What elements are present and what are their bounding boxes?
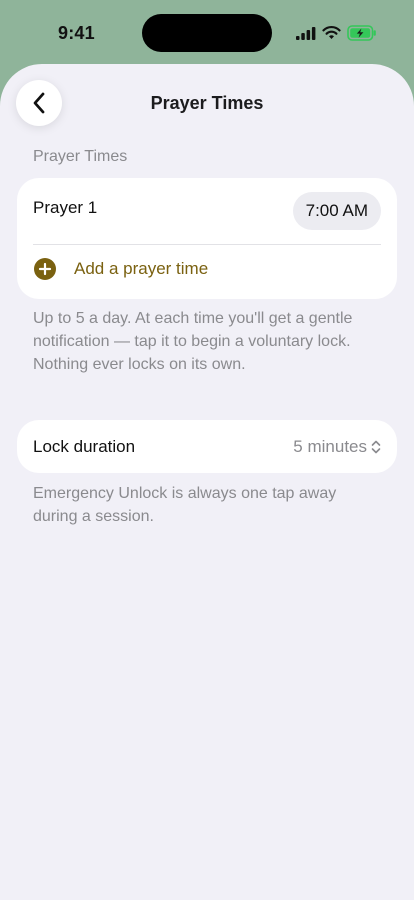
prayer-time-picker[interactable]: 7:00 AM [292,192,381,230]
status-bar: 9:41 [0,0,414,62]
settings-sheet: Prayer Times Prayer Times Prayer 1 7:00 … [0,64,414,900]
prayer-label: Prayer 1 [33,198,98,217]
battery-charging-icon [347,25,376,41]
lock-duration-value: 5 minutes [293,437,367,456]
plus-circle-icon [34,258,56,280]
cellular-signal-icon [296,27,316,40]
prayer-times-footnote: Up to 5 a day. At each time you'll get a… [33,310,353,373]
status-time: 9:41 [58,23,95,43]
lock-duration-label: Lock duration [33,437,136,456]
section-header-prayer-times: Prayer Times [33,148,128,165]
lock-duration-row[interactable]: Lock duration 5 minutes [17,420,397,473]
add-prayer-time-button[interactable]: Add a prayer time [17,239,397,299]
up-down-chevron-icon [371,440,381,454]
wifi-icon [322,26,341,39]
prayer-times-card: Prayer 1 7:00 AM Add a prayer time [17,178,397,299]
dynamic-island [142,14,272,52]
page-title: Prayer Times [150,93,264,113]
emergency-unlock-footnote: Emergency Unlock is always one tap away … [33,485,337,525]
add-prayer-time-label: Add a prayer time [74,259,209,278]
prayer-row[interactable]: Prayer 1 7:00 AM [17,178,397,238]
